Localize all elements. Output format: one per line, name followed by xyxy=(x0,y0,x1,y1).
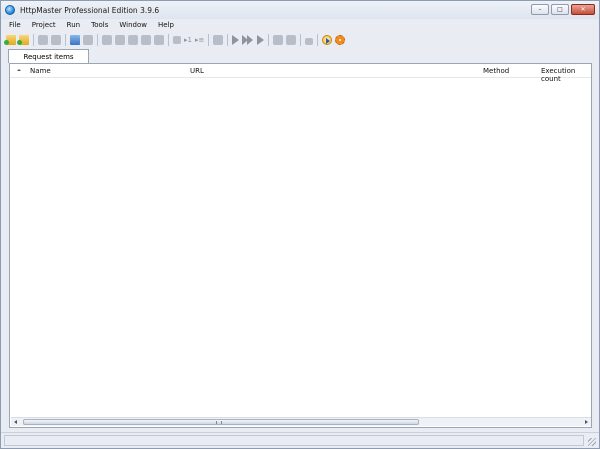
menu-file[interactable]: File xyxy=(9,21,21,29)
title-bar: HttpMaster Professional Edition 3.9.6 – … xyxy=(1,1,599,19)
paste-icon[interactable] xyxy=(51,35,61,45)
resize-grip-icon[interactable] xyxy=(588,438,596,446)
move-up-icon[interactable] xyxy=(102,35,112,45)
export-icon[interactable] xyxy=(286,35,297,45)
close-button[interactable]: ✕ xyxy=(571,4,595,15)
add-request-icon[interactable] xyxy=(70,35,80,45)
horizontal-scrollbar[interactable] xyxy=(11,417,591,426)
tab-request-items[interactable]: Request items xyxy=(8,49,89,63)
list-header: Name URL Method Execution count xyxy=(10,64,591,83)
move-down-icon[interactable] xyxy=(115,35,125,45)
maximize-button[interactable]: □ xyxy=(551,4,569,15)
toolbar: ▸1 ▸≡ xyxy=(1,31,599,49)
run-circle-icon[interactable] xyxy=(322,35,333,45)
window-controls: – □ ✕ xyxy=(531,4,595,15)
minimize-button[interactable]: – xyxy=(531,4,549,15)
menu-project[interactable]: Project xyxy=(32,21,56,29)
status-text xyxy=(4,435,584,446)
column-header-url[interactable]: URL xyxy=(190,67,204,75)
sort-up-icon[interactable] xyxy=(17,69,21,71)
edit-icon[interactable] xyxy=(128,35,138,45)
window-title: HttpMaster Professional Edition 3.9.6 xyxy=(20,5,160,15)
tab-strip: Request items xyxy=(1,49,599,63)
toolbar-separator xyxy=(317,34,319,46)
open-project-icon[interactable] xyxy=(4,35,16,45)
app-window: HttpMaster Professional Edition 3.9.6 – … xyxy=(0,0,600,449)
execute-step-icon[interactable] xyxy=(257,35,265,45)
save-project-icon[interactable] xyxy=(17,35,29,45)
delete-request-icon[interactable] xyxy=(83,35,93,45)
toolbar-separator xyxy=(168,34,169,46)
column-header-method[interactable]: Method xyxy=(483,67,509,75)
execute-icon[interactable] xyxy=(232,35,240,45)
scroll-right-icon[interactable] xyxy=(582,419,590,426)
settings-gear-icon[interactable] xyxy=(335,35,346,45)
run-one-icon[interactable] xyxy=(173,36,181,44)
link-icon[interactable] xyxy=(213,35,224,45)
toolbar-separator xyxy=(208,34,210,46)
status-bar xyxy=(1,432,599,448)
toolbar-separator xyxy=(227,34,229,46)
run-one-label: ▸1 xyxy=(184,36,192,44)
menu-run[interactable]: Run xyxy=(67,21,80,29)
menu-tools[interactable]: Tools xyxy=(91,21,108,29)
scroll-grip-icon xyxy=(216,421,222,424)
column-header-name[interactable]: Name xyxy=(30,67,51,75)
toolbar-separator xyxy=(65,34,66,46)
menu-window[interactable]: Window xyxy=(119,21,147,29)
refresh-icon[interactable] xyxy=(273,35,284,45)
copy-icon[interactable] xyxy=(38,35,48,45)
menu-bar: File Project Run Tools Window Help xyxy=(1,19,599,31)
toolbar-separator xyxy=(97,34,98,46)
menu-help[interactable]: Help xyxy=(158,21,174,29)
run-selected-label[interactable]: ▸≡ xyxy=(195,36,204,44)
toolbar-separator xyxy=(268,34,270,46)
scroll-left-icon[interactable] xyxy=(12,419,20,426)
column-header-execution-count[interactable]: Execution count xyxy=(541,67,591,83)
execute-all-icon[interactable] xyxy=(242,35,254,45)
request-items-list[interactable]: Name URL Method Execution count xyxy=(9,63,592,428)
scroll-thumb[interactable] xyxy=(23,419,419,425)
toolbar-separator xyxy=(33,34,34,46)
list-icon[interactable] xyxy=(154,35,164,45)
app-logo-icon xyxy=(5,5,15,15)
lock-icon[interactable] xyxy=(305,38,314,45)
toolbar-separator xyxy=(300,34,302,46)
clone-icon[interactable] xyxy=(141,35,151,45)
